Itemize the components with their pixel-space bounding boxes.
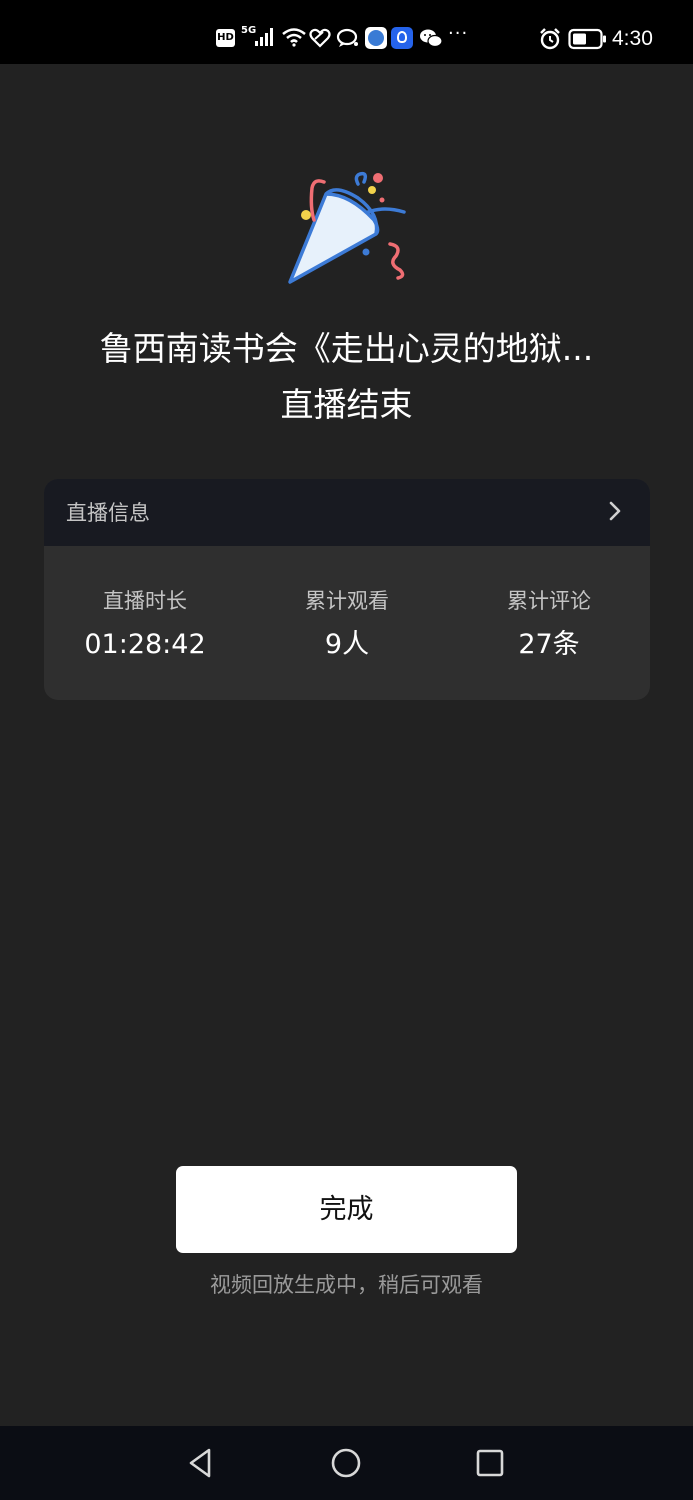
alarm-icon [540, 28, 560, 50]
home-icon[interactable] [329, 1446, 363, 1480]
done-button[interactable]: 完成 [176, 1166, 517, 1253]
live-info-card: 直播信息 直播时长 01:28:42 累计观看 9人 累计评论 27条 [44, 479, 650, 700]
wechat-icon [420, 29, 443, 48]
stat-value: 27条 [518, 629, 580, 660]
heart-icon [309, 28, 331, 48]
recents-icon[interactable] [473, 1446, 507, 1480]
hd-icon: HD [216, 29, 235, 47]
chat-bubble-icon [336, 28, 358, 47]
stat-value: 01:28:42 [84, 629, 206, 660]
system-nav-bar [0, 1426, 693, 1500]
live-ended-heading: 直播结束 [280, 385, 413, 424]
stat-value: 9人 [324, 629, 370, 660]
party-popper-icon [288, 171, 406, 284]
status-bar: HD 5G ··· 4:30 [0, 0, 693, 64]
back-icon[interactable] [184, 1446, 218, 1480]
stat-viewers: 累计观看 9人 [246, 587, 448, 661]
stat-label: 累计评论 [507, 589, 591, 613]
chevron-right-icon[interactable] [606, 500, 624, 522]
stat-duration: 直播时长 01:28:42 [44, 587, 246, 661]
replay-hint-text: 视频回放生成中，稍后可观看 [210, 1273, 483, 1297]
live-ended-screen: HD 5G ··· 4:30 鲁西南读书会《走出心灵的地狱... 直播结束 直播… [0, 0, 693, 1500]
browser-app-icon [365, 27, 387, 49]
battery-icon [568, 28, 606, 50]
stat-label: 累计观看 [305, 589, 389, 613]
live-info-header[interactable]: 直播信息 [44, 479, 650, 546]
wifi-icon [282, 28, 306, 47]
bulb-app-icon [391, 27, 413, 49]
stat-comments: 累计评论 27条 [448, 587, 650, 661]
live-info-title: 直播信息 [66, 501, 150, 525]
clock-time: 4:30 [612, 27, 653, 50]
more-dots-icon: ··· [448, 23, 469, 44]
stat-label: 直播时长 [103, 589, 187, 613]
live-title: 鲁西南读书会《走出心灵的地狱... [99, 329, 594, 368]
signal-icon [255, 28, 273, 46]
